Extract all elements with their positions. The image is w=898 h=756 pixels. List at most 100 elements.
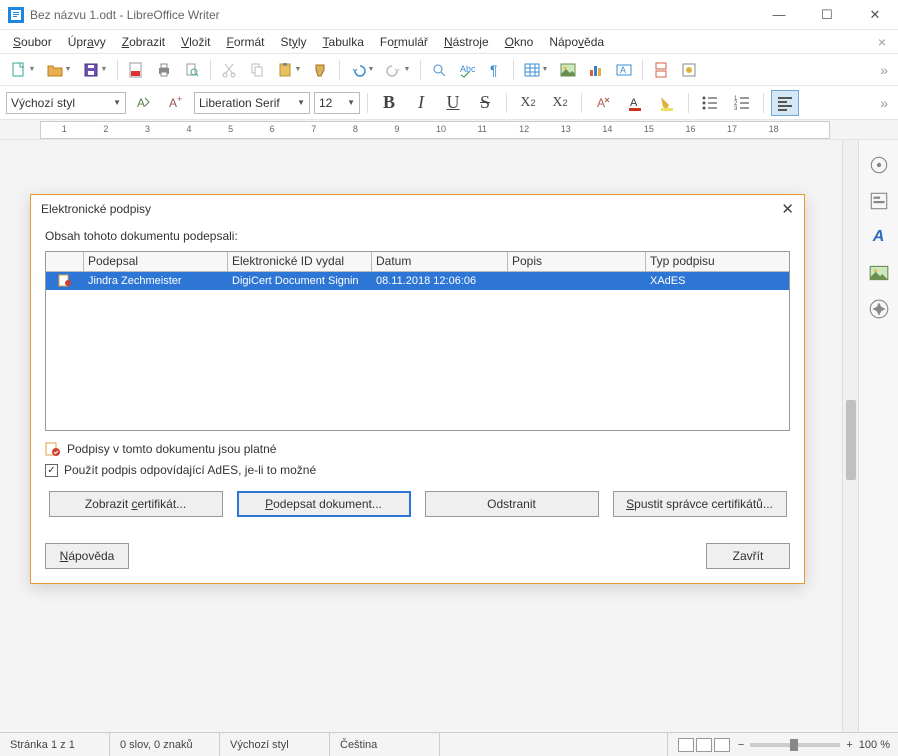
ruler-row: 123456789101112131415161718 <box>0 120 898 140</box>
find-button[interactable] <box>426 57 452 83</box>
font-color-button[interactable]: A <box>621 90 649 116</box>
close-dialog-button[interactable]: Zavřít <box>706 543 790 569</box>
underline-button[interactable]: U <box>439 90 467 116</box>
clear-fmt-button[interactable]: A <box>589 90 617 116</box>
horizontal-ruler[interactable]: 123456789101112131415161718 <box>40 121 830 139</box>
minimize-button[interactable]: — <box>764 7 794 23</box>
undo-button[interactable]: ▼ <box>345 57 379 83</box>
redo-button[interactable]: ▼ <box>381 57 415 83</box>
maximize-button[interactable]: ☐ <box>812 7 842 23</box>
ades-checkbox[interactable]: ✓ <box>45 464 58 477</box>
paste-button[interactable]: ▼ <box>272 57 306 83</box>
zoom-slider[interactable] <box>750 743 840 747</box>
format-toolbar-overflow[interactable]: » <box>876 95 892 111</box>
menu-vlozit[interactable]: Vložit <box>174 33 217 51</box>
align-left-button[interactable] <box>771 90 799 116</box>
view-multi[interactable] <box>696 738 712 752</box>
menu-napoveda[interactable]: Nápověda <box>542 33 611 51</box>
preview-button[interactable] <box>179 57 205 83</box>
help-button[interactable]: Nápověda <box>45 543 129 569</box>
view-book[interactable] <box>714 738 730 752</box>
col-issuer[interactable]: Elektronické ID vydal <box>228 252 372 271</box>
font-size-combo[interactable]: 12▼ <box>314 92 360 114</box>
pagebreak-button[interactable] <box>648 57 674 83</box>
copy-button[interactable] <box>244 57 270 83</box>
view-single[interactable] <box>678 738 694 752</box>
sidebar-gallery-icon[interactable] <box>868 262 890 284</box>
field-button[interactable] <box>676 57 702 83</box>
toolbar-overflow[interactable]: » <box>876 62 892 78</box>
table-button[interactable]: ▼ <box>519 57 553 83</box>
textbox-button[interactable]: A <box>611 57 637 83</box>
cert-manager-button[interactable]: Spustit správce certifikátů... <box>613 491 787 517</box>
pilcrow-button[interactable]: ¶ <box>482 57 508 83</box>
chart-button[interactable] <box>583 57 609 83</box>
sidebar-styles-icon[interactable]: A <box>868 226 890 248</box>
sign-doc-button[interactable]: Podepsat dokument... <box>237 491 411 517</box>
scrollbar-thumb[interactable] <box>846 400 856 480</box>
spellcheck-button[interactable]: Abc <box>454 57 480 83</box>
remove-button[interactable]: Odstranit <box>425 491 599 517</box>
col-signer[interactable]: Podepsal <box>84 252 228 271</box>
pdf-button[interactable] <box>123 57 149 83</box>
svg-text:Abc: Abc <box>460 64 475 74</box>
view-cert-button[interactable]: Zobrazit certifikát... <box>49 491 223 517</box>
sidebar-properties-icon[interactable] <box>868 190 890 212</box>
status-page[interactable]: Stránka 1 z 1 <box>0 733 110 756</box>
menu-upravy[interactable]: Úpravy <box>61 33 113 51</box>
table-row[interactable]: Jindra Zechmeister DigiCert Document Sig… <box>46 272 789 290</box>
menu-nastroje[interactable]: Nástroje <box>437 33 496 51</box>
save-button[interactable]: ▼ <box>78 57 112 83</box>
dialog-close-button[interactable]: ✕ <box>781 200 794 218</box>
cut-button[interactable] <box>216 57 242 83</box>
image-button[interactable] <box>555 57 581 83</box>
menu-okno[interactable]: Okno <box>498 33 541 51</box>
paragraph-style-combo[interactable]: Výchozí styl▼ <box>6 92 126 114</box>
zoom-out[interactable]: − <box>738 739 744 751</box>
menu-soubor[interactable]: Soubor <box>6 33 59 51</box>
zoom-in[interactable]: + <box>846 739 852 751</box>
status-text: Podpisy v tomto dokumentu jsou platné <box>67 442 276 456</box>
page-viewport[interactable]: Elektronické podpisy ✕ Obsah tohoto doku… <box>0 140 842 732</box>
ades-checkbox-label: Použít podpis odpovídající AdES, je-li t… <box>64 463 316 477</box>
clone-fmt-button[interactable] <box>308 57 334 83</box>
update-style-button[interactable]: A <box>130 90 158 116</box>
sidebar-navigator-icon[interactable] <box>868 298 890 320</box>
zoom-value[interactable]: 100 % <box>859 739 890 751</box>
svg-text:+: + <box>177 94 182 104</box>
superscript-button[interactable]: X2 <box>514 90 542 116</box>
status-words[interactable]: 0 slov, 0 znaků <box>110 733 220 756</box>
subscript-button[interactable]: X2 <box>546 90 574 116</box>
status-lang[interactable]: Čeština <box>330 733 440 756</box>
menu-tabulka[interactable]: Tabulka <box>316 33 371 51</box>
bold-button[interactable]: B <box>375 90 403 116</box>
strike-button[interactable]: S <box>471 90 499 116</box>
highlight-button[interactable] <box>653 90 681 116</box>
sidebar-settings-icon[interactable] <box>868 154 890 176</box>
open-button[interactable]: ▼ <box>42 57 76 83</box>
font-name-combo[interactable]: Liberation Serif▼ <box>194 92 310 114</box>
valid-icon <box>45 441 61 457</box>
svg-text:A: A <box>620 65 626 75</box>
menu-formular[interactable]: Formulář <box>373 33 435 51</box>
menu-format[interactable]: Formát <box>219 33 271 51</box>
menu-styly[interactable]: Styly <box>274 33 314 51</box>
col-desc[interactable]: Popis <box>508 252 646 271</box>
close-doc-button[interactable]: × <box>872 34 892 50</box>
format-toolbar: Výchozí styl▼ A A+ Liberation Serif▼ 12▼… <box>0 86 898 120</box>
col-type[interactable]: Typ podpisu <box>646 252 789 271</box>
status-style[interactable]: Výchozí styl <box>220 733 330 756</box>
titlebar: Bez názvu 1.odt - LibreOffice Writer — ☐… <box>0 0 898 30</box>
new-style-button[interactable]: A+ <box>162 90 190 116</box>
print-button[interactable] <box>151 57 177 83</box>
close-button[interactable]: ✕ <box>860 7 890 23</box>
vertical-scrollbar[interactable] <box>842 140 858 732</box>
col-icon[interactable] <box>46 252 84 271</box>
col-date[interactable]: Datum <box>372 252 508 271</box>
menu-zobrazit[interactable]: Zobrazit <box>115 33 172 51</box>
signatures-table[interactable]: Podepsal Elektronické ID vydal Datum Pop… <box>45 251 790 431</box>
new-button[interactable]: ▼ <box>6 57 40 83</box>
bullets-button[interactable] <box>696 90 724 116</box>
numbering-button[interactable]: 123 <box>728 90 756 116</box>
italic-button[interactable]: I <box>407 90 435 116</box>
